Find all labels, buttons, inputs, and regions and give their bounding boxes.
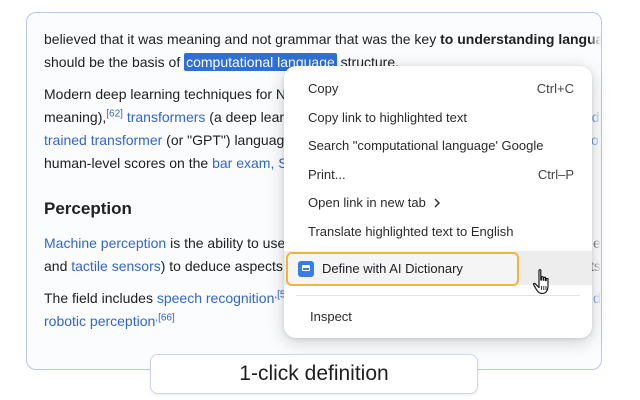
text: believed that it was meaning and not gra… <box>44 31 441 47</box>
bold-text: to understanding languages, <box>440 31 601 47</box>
menu-item-label: Define with AI Dictionary <box>322 261 463 276</box>
dictionary-app-icon <box>298 261 314 277</box>
citation-link[interactable]: ,[66] <box>155 312 174 323</box>
text: should be the basis of <box>44 54 185 70</box>
menu-item-label: Inspect <box>310 309 352 324</box>
chevron-right-icon <box>434 198 441 208</box>
context-menu: Copy Ctrl+C Copy link to highlighted tex… <box>284 66 592 338</box>
menu-item-search[interactable]: Search "computational language' Google <box>284 131 592 159</box>
menu-item-label: Open link in new tab <box>308 195 441 210</box>
link-tactile-sensors[interactable]: tactile sensors <box>71 258 160 274</box>
menu-item-copy[interactable]: Copy Ctrl+C <box>284 74 592 102</box>
text: and <box>44 258 72 274</box>
text: human-level scores on the <box>44 155 213 171</box>
link-robotic-perception[interactable]: robotic perception <box>44 313 155 329</box>
link-trained-transformer[interactable]: trained transformer <box>44 132 162 148</box>
text: ) to deduce aspects of <box>160 258 299 274</box>
shortcut-label: Ctrl+C <box>536 81 574 96</box>
menu-item-translate[interactable]: Translate highlighted text to English <box>284 217 592 245</box>
text: (or "GPT") language <box>162 132 293 148</box>
menu-item-print[interactable]: Print... Ctrl–P <box>284 160 592 188</box>
link-speech-recognition[interactable]: speech recognition <box>157 290 275 306</box>
menu-item-open-link[interactable]: Open link in new tab <box>284 188 592 216</box>
menu-item-label: Translate highlighted text to English <box>308 224 514 239</box>
text: The field includes <box>44 290 157 306</box>
text: Modern deep learning techniques for NLP <box>44 86 304 102</box>
menu-item-label: Print... <box>308 167 346 182</box>
text: is the ability to use in <box>166 235 301 251</box>
menu-item-label: Copy <box>308 81 339 96</box>
menu-item-label: Copy link to highlighted text <box>308 110 467 125</box>
menu-item-inspect[interactable]: Inspect <box>284 302 592 330</box>
text: meaning), <box>44 109 107 125</box>
menu-item-copy-link[interactable]: Copy link to highlighted text <box>284 103 592 131</box>
link-machine-perception[interactable]: Machine perception <box>44 235 166 251</box>
hand-pointer-icon <box>532 269 549 295</box>
caption-label: 1-click definition <box>150 354 478 394</box>
shortcut-label: Ctrl–P <box>537 167 574 182</box>
menu-item-define[interactable]: Define with AI Dictionary <box>286 252 519 286</box>
menu-item-label: Search "computational language' Google <box>308 138 544 153</box>
citation-link[interactable]: [62] <box>106 108 123 119</box>
link-transformers[interactable]: transformers <box>127 109 206 125</box>
